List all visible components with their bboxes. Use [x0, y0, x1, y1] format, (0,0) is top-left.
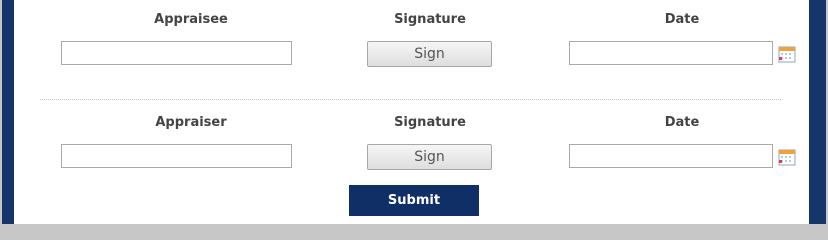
- appraisee-sign-button[interactable]: Sign: [367, 41, 492, 67]
- appraisee-date-field[interactable]: [569, 41, 773, 65]
- calendar-icon[interactable]: [778, 148, 796, 166]
- submit-button[interactable]: Submit: [349, 185, 479, 216]
- signature-panel: Appraisee Signature Date Sign Appraiser …: [14, 0, 809, 224]
- appraisee-name-field[interactable]: [61, 41, 292, 65]
- appraiser-label: Appraiser: [155, 115, 227, 130]
- appraiser-sign-button[interactable]: Sign: [367, 144, 492, 170]
- signature-label-1: Signature: [394, 12, 466, 27]
- date-label-2: Date: [664, 115, 700, 130]
- section-divider: [40, 99, 781, 100]
- date-label-1: Date: [664, 12, 700, 27]
- signature-label-2: Signature: [394, 115, 466, 130]
- appraisee-label: Appraisee: [154, 12, 228, 27]
- calendar-icon[interactable]: [778, 45, 796, 63]
- appraiser-date-field[interactable]: [569, 144, 773, 168]
- appraiser-name-field[interactable]: [61, 144, 292, 168]
